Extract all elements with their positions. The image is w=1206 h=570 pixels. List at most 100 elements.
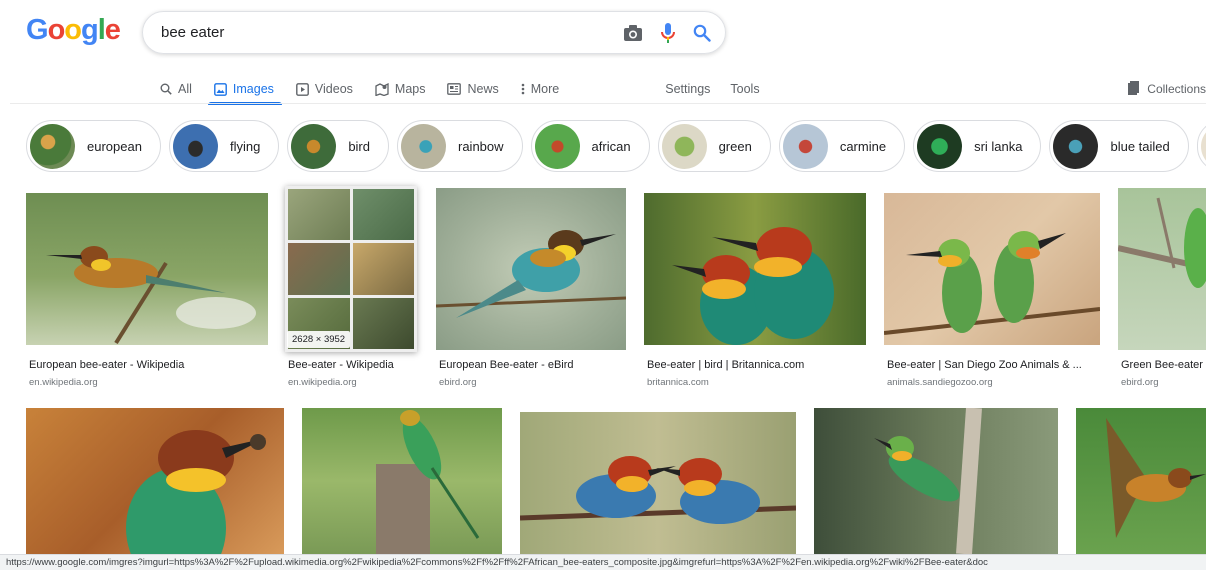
result-image[interactable] [435, 188, 627, 350]
result-card[interactable]: Green Bee-eater ebird.org [1117, 188, 1206, 393]
bird-illustration [46, 246, 256, 345]
bird-illustration [435, 230, 627, 318]
related-chips: european flying bird rainbow african gre… [26, 120, 1206, 174]
result-source: ebird.org [439, 377, 477, 388]
bird-illustration [519, 456, 797, 524]
google-logo[interactable]: Google [26, 14, 121, 47]
result-card[interactable] [26, 408, 284, 570]
status-bar-url: https://www.google.com/imgres?imgurl=htt… [0, 554, 1206, 570]
result-card[interactable]: 2628 × 3952 Bee-eater - Wikipedia en.wik… [285, 186, 418, 396]
maps-icon [375, 82, 389, 96]
chip-thumbnail [172, 123, 218, 169]
result-card[interactable] [519, 412, 797, 554]
result-image[interactable] [1076, 408, 1206, 554]
result-source: en.wikipedia.org [29, 377, 98, 388]
result-card[interactable]: Bee-eater | San Diego Zoo Animals & ... … [883, 193, 1101, 393]
result-title[interactable]: Bee-eater | bird | Britannica.com [647, 359, 867, 371]
chip-label: flying [229, 138, 261, 154]
chip-label: sri lanka [974, 138, 1023, 154]
result-image[interactable] [814, 407, 1058, 555]
result-title[interactable]: European bee-eater - Wikipedia [29, 359, 269, 371]
result-image[interactable]: 2628 × 3952 [285, 186, 417, 352]
microphone-icon[interactable] [661, 22, 675, 43]
tab-label: All [178, 82, 192, 96]
chip-label: blue tailed [1110, 138, 1170, 154]
chip-thumbnail [534, 123, 580, 169]
result-source: en.wikipedia.org [288, 377, 357, 388]
images-icon [214, 82, 227, 96]
chip-carmine[interactable]: carmine [778, 120, 906, 172]
bird-illustration [126, 430, 266, 570]
result-title[interactable]: European Bee-eater - eBird [439, 359, 627, 371]
chip-bird[interactable]: bird [287, 120, 389, 172]
chip-thumbnail [30, 123, 75, 169]
search-box[interactable] [142, 11, 726, 54]
collections-label: Collections [1147, 82, 1206, 96]
tab-label: News [467, 82, 499, 96]
tab-videos[interactable]: Videos [296, 76, 353, 102]
chip-rainbow[interactable]: rainbow [397, 120, 523, 172]
search-icon [160, 83, 172, 95]
tab-news[interactable]: News [447, 76, 499, 102]
chip-thumbnail [401, 123, 446, 169]
result-image[interactable] [883, 193, 1101, 345]
bird-illustration [1117, 197, 1206, 288]
chip-african[interactable]: african [530, 120, 650, 172]
camera-icon[interactable] [623, 24, 643, 42]
videos-icon [296, 82, 309, 96]
chip-thumbnail [1053, 123, 1099, 169]
bird-illustration [672, 227, 834, 345]
result-image[interactable] [26, 408, 284, 570]
result-card[interactable] [302, 408, 502, 554]
result-card[interactable] [814, 407, 1058, 555]
chip-label: rainbow [458, 138, 504, 154]
tab-all[interactable]: All [160, 76, 192, 102]
chip-thumbnail [917, 123, 963, 169]
chip-green[interactable]: green [657, 120, 771, 172]
header-divider [10, 103, 1206, 104]
collections-icon [1128, 80, 1140, 98]
result-image[interactable] [1117, 188, 1206, 350]
result-card[interactable]: Bee-eater | bird | Britannica.com britan… [644, 193, 866, 393]
chip-blue-tailed[interactable]: blue tailed [1049, 120, 1189, 172]
bird-illustration [376, 410, 480, 554]
tab-label: Videos [314, 82, 353, 96]
tools-link[interactable]: Tools [730, 76, 759, 102]
search-icon[interactable] [693, 24, 711, 42]
result-title[interactable]: Bee-eater | San Diego Zoo Animals & ... [887, 359, 1097, 371]
chip-more[interactable] [1196, 120, 1206, 172]
tab-images[interactable]: Images [207, 76, 282, 105]
bird-illustration [1106, 418, 1206, 538]
search-tabs: All Images Videos Maps News More Setting… [160, 76, 780, 105]
chip-label: european [87, 138, 142, 154]
bird-illustration [874, 407, 982, 555]
tab-label: Images [232, 82, 274, 96]
tab-maps[interactable]: Maps [375, 76, 425, 102]
collections-link[interactable]: Collections [1128, 76, 1206, 102]
result-image[interactable] [26, 193, 268, 345]
image-dimensions-badge: 2628 × 3952 [287, 331, 351, 348]
chip-flying[interactable]: flying [168, 120, 280, 172]
chip-label: bird [348, 138, 370, 154]
result-image[interactable] [519, 412, 797, 554]
chip-thumbnail [291, 123, 337, 169]
settings-link[interactable]: Settings [665, 76, 710, 102]
bird-illustration [883, 231, 1101, 335]
chip-european[interactable]: european [26, 120, 161, 172]
search-input[interactable] [161, 24, 623, 41]
result-card[interactable]: European bee-eater - Wikipedia en.wikipe… [26, 193, 268, 393]
chip-label: african [591, 138, 631, 154]
chip-label: green [718, 138, 752, 154]
result-title[interactable]: Green Bee-eater [1121, 359, 1206, 371]
result-card[interactable] [1076, 408, 1206, 554]
result-source: animals.sandiegozoo.org [887, 377, 993, 388]
tab-more[interactable]: More [521, 76, 559, 102]
result-title[interactable]: Bee-eater - Wikipedia [288, 359, 418, 371]
result-image[interactable] [302, 408, 502, 554]
more-icon [521, 83, 525, 95]
result-image[interactable] [644, 193, 866, 345]
tab-label: More [530, 82, 560, 96]
chip-sri-lanka[interactable]: sri lanka [913, 120, 1042, 172]
result-card[interactable]: European Bee-eater - eBird ebird.org [435, 188, 627, 393]
chip-thumbnail [782, 123, 828, 169]
